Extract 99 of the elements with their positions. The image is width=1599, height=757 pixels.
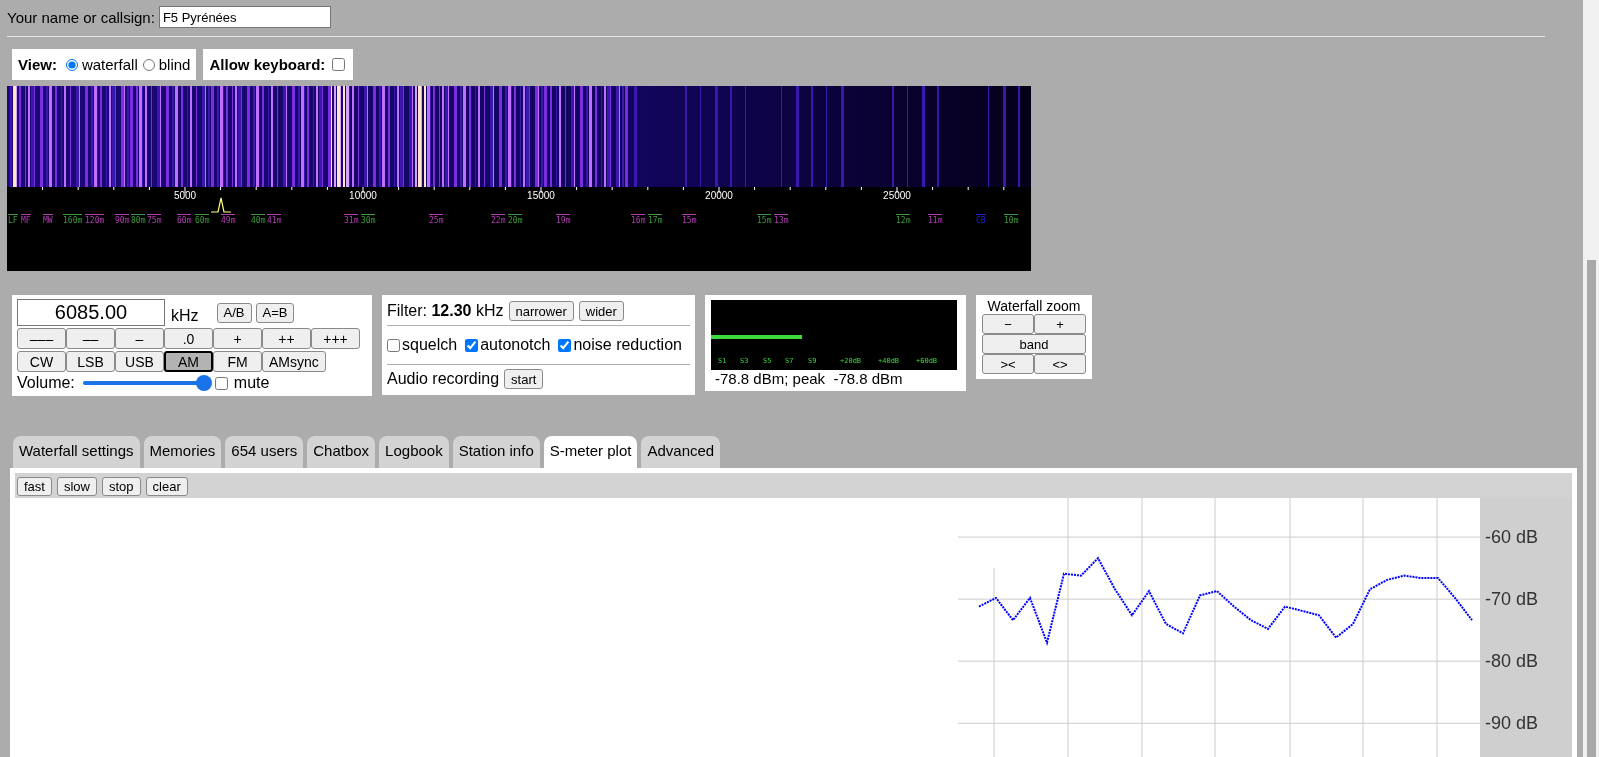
step-button[interactable]: .0 [164, 328, 213, 349]
scrollbar[interactable] [1583, 0, 1599, 757]
radio-button[interactable] [142, 58, 155, 71]
band-label[interactable]: 20m [508, 214, 523, 226]
y-axis-label: -80 dB [1485, 651, 1539, 672]
frequency-label: 20000 [704, 190, 734, 201]
frequency-label: 10000 [348, 190, 378, 201]
band-label[interactable]: 60m [177, 214, 192, 226]
keyboard-label: Allow keyboard: [209, 56, 326, 73]
tab[interactable]: Waterfall settings [13, 436, 140, 468]
band-label[interactable]: 11m [928, 214, 943, 226]
y-axis-label: -90 dB [1485, 713, 1539, 734]
zoom-button[interactable]: − [982, 314, 1034, 334]
band-label[interactable]: 19m [556, 214, 571, 226]
band-label[interactable]: 160m [63, 214, 83, 226]
unit-label: kHz [171, 306, 199, 325]
tab[interactable]: Memories [143, 436, 222, 468]
frequency-label: 15000 [526, 190, 556, 201]
band-label[interactable]: 31m [344, 214, 359, 226]
radio-label: blind [158, 56, 191, 73]
mode-button[interactable]: LSB [66, 351, 115, 372]
band-label[interactable]: MW [43, 214, 53, 226]
step-button[interactable]: –– [66, 328, 115, 349]
plot-button[interactable]: slow [56, 477, 97, 496]
frequency-label: 5000 [172, 190, 198, 201]
filter-button[interactable]: wider [578, 301, 624, 321]
band-label[interactable]: 15m [682, 214, 697, 226]
tab[interactable]: Chatbox [307, 436, 376, 468]
mode-button[interactable]: AM [164, 351, 213, 372]
band-label[interactable]: 16m [631, 214, 646, 226]
zoom-button[interactable]: >< [982, 354, 1034, 374]
step-button[interactable]: +++ [311, 328, 360, 349]
frequency-label: 25000 [882, 190, 912, 201]
step-button[interactable]: ––– [17, 328, 66, 349]
view-label: View: [18, 56, 57, 73]
step-button[interactable]: ++ [262, 328, 311, 349]
volume-label: Volume: [17, 374, 75, 392]
option-label: autonotch [480, 336, 551, 354]
option-label: noise reduction [573, 336, 682, 354]
band-label[interactable]: 13m [774, 214, 789, 226]
band-label[interactable]: 17m [648, 214, 663, 226]
filter-width-text: Filter: 12.30 kHz [387, 302, 504, 320]
band-label[interactable]: 22m [491, 214, 506, 226]
checkbox[interactable] [332, 58, 346, 71]
mode-button[interactable]: AMsync [262, 351, 326, 372]
vfo-button[interactable]: A/B [216, 302, 252, 323]
band-label[interactable]: 40m [251, 214, 266, 226]
band-label[interactable]: 41m [267, 214, 282, 226]
plot-button[interactable]: clear [145, 477, 188, 496]
y-axis-label: -70 dB [1485, 589, 1539, 610]
zoom-title: Waterfall zoom [987, 298, 1081, 314]
band-label[interactable]: LF [8, 214, 18, 226]
tab[interactable]: 654 users [225, 436, 304, 468]
radio-label: waterfall [81, 56, 138, 73]
checkbox[interactable] [465, 338, 479, 352]
radio-button[interactable] [65, 58, 78, 71]
band-label[interactable]: 49m [221, 214, 236, 226]
mode-button[interactable]: CW [17, 351, 66, 372]
checkbox[interactable] [558, 338, 572, 352]
zoom-button[interactable]: + [1034, 314, 1086, 334]
meter-reading: -78.8 dBm; peak -78.8 dBm [715, 370, 904, 387]
mode-button[interactable]: FM [213, 351, 262, 372]
zoom-button[interactable]: <> [1034, 354, 1086, 374]
checkbox[interactable] [387, 338, 400, 352]
mode-button[interactable]: USB [115, 351, 164, 372]
checkbox[interactable] [214, 376, 228, 390]
slider-thumb[interactable] [196, 375, 213, 391]
tab[interactable]: Station info [452, 436, 540, 468]
band-label[interactable]: 120m [85, 214, 105, 226]
band-label[interactable]: 15m [757, 214, 772, 226]
tab[interactable]: Advanced [641, 436, 721, 468]
filter-button[interactable]: narrower [508, 301, 574, 321]
plot-button[interactable]: stop [102, 477, 141, 496]
passband-icon[interactable] [210, 197, 232, 213]
frequency-field[interactable]: 6085.00 [17, 299, 165, 326]
band-label[interactable]: 90m [115, 214, 130, 226]
vfo-button[interactable]: A=B [255, 302, 295, 323]
step-button[interactable]: – [115, 328, 164, 349]
band-label[interactable]: 25m [429, 214, 444, 226]
zoom-button[interactable]: band [982, 334, 1086, 354]
callsign-label: Your name or callsign: [7, 8, 155, 26]
tab[interactable]: S-meter plot [543, 436, 638, 468]
band-label[interactable]: 80m [131, 214, 146, 226]
recording-label: Audio recording [387, 370, 500, 388]
mute-label: mute [233, 374, 270, 392]
band-label[interactable]: 10m [1004, 214, 1019, 226]
tab[interactable]: Logbook [379, 436, 449, 468]
band-label[interactable]: 30m [361, 214, 376, 226]
plot-button[interactable]: fast [17, 477, 52, 496]
start-button[interactable]: start [504, 369, 544, 389]
option-label: squelch [402, 336, 458, 354]
callsign-field[interactable]: F5 Pyrénées [158, 6, 331, 28]
y-axis-label: -60 dB [1485, 527, 1539, 548]
band-label[interactable]: 12m [896, 214, 911, 226]
band-label[interactable]: 75m [147, 214, 162, 226]
step-button[interactable]: + [213, 328, 262, 349]
band-label[interactable]: 60m [195, 214, 210, 226]
volume-slider[interactable] [82, 375, 211, 391]
band-label[interactable]: MF [21, 214, 31, 226]
